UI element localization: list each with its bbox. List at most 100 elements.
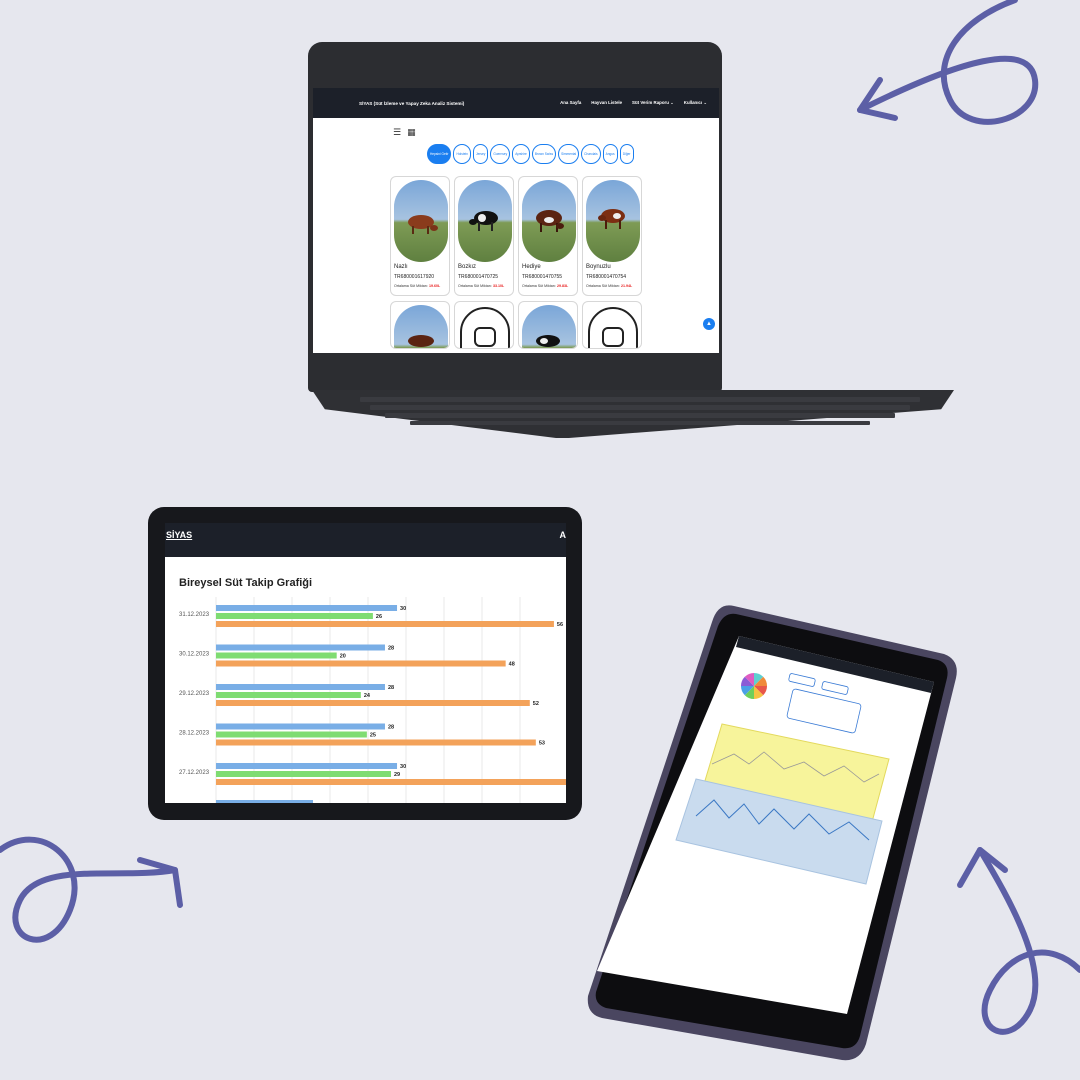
arrow-doodle-bottom-right (957, 847, 1080, 1035)
bar[interactable] (216, 800, 313, 803)
tablet-screen: SİYAS A Bireysel Süt Takip Grafiği 31.12… (165, 523, 566, 803)
arrow-doodle-bottom-left (0, 836, 183, 943)
chart-title: Bireysel Süt Takip Grafiği (179, 577, 313, 589)
average-milk: Ortalama Süt Miktarı: 19.60L (394, 284, 441, 288)
animal-card[interactable]: Hediye TR680001470755 Ortalama Süt Mikta… (518, 176, 578, 296)
animal-name: Boynuzlu (586, 264, 611, 270)
nav-menu: Ana Sayfa Hayvan Listele Süt Verim Rapor… (560, 100, 707, 106)
average-milk: Ortalama Süt Miktarı: 29.83L (522, 284, 569, 288)
bar[interactable] (216, 779, 566, 785)
app-brand[interactable]: SİYAS (166, 530, 192, 540)
animal-card[interactable] (454, 301, 514, 349)
milk-tracking-bar-chart: 31.12.2023 30 26 56 30.12.2023 28 20 48 29.12.20… (179, 597, 566, 803)
filter-brown-swiss[interactable]: Brown Swiss (531, 144, 557, 164)
filter-simmental[interactable]: Simmental (558, 144, 580, 164)
filter-angus[interactable]: Angus (602, 144, 618, 164)
animal-ear-tag: TR680001470725 (458, 274, 499, 280)
grid-view-icon[interactable]: ▦ (407, 128, 416, 137)
cow-photo (522, 305, 576, 348)
bar-value-label: 53 (539, 741, 545, 747)
laptop-bezel (313, 353, 719, 389)
bar[interactable] (216, 763, 398, 769)
bar-value-label: 24 (364, 693, 371, 699)
filter-guernsey[interactable]: Guernsey (490, 144, 511, 164)
bar-value-label: 48 (509, 662, 515, 668)
bar[interactable] (216, 613, 373, 619)
filter-all[interactable]: Hepsini Getir (427, 144, 452, 164)
animal-card-grid: Nazlı TR680001617920 Ortalama Süt Miktar… (390, 176, 642, 349)
category-label: 30.12.2023 (179, 652, 210, 658)
cow-photo (394, 180, 448, 262)
app-brand[interactable]: SİYAS (Süt İzleme ve Yapay Zeka Analiz S… (359, 101, 464, 106)
filter-ayrshire[interactable]: Ayrshire (512, 144, 530, 164)
animal-name: Nazlı (394, 264, 408, 270)
category-label: 31.12.2023 (179, 612, 210, 618)
milk-pie-chart (741, 673, 767, 699)
nav-item-animal-list[interactable]: Hayvan Listele (591, 100, 622, 106)
arrow-doodle-top-right (857, 0, 1039, 125)
category-label: 28.12.2023 (179, 731, 210, 737)
bar-value-label: 28 (388, 725, 394, 731)
camera-placeholder-icon (474, 327, 496, 347)
cow-photo (394, 305, 448, 348)
animal-name: Hediye (522, 264, 541, 270)
phone (587, 605, 957, 1061)
bar-value-label: 30 (400, 606, 406, 612)
laptop-screen: SİYAS (Süt İzleme ve Yapay Zeka Analiz S… (313, 88, 719, 353)
bar-value-label: 29 (394, 772, 400, 778)
nav-item-cut-off[interactable]: A (560, 530, 567, 540)
animal-card[interactable]: Nazlı TR680001617920 Ortalama Süt Miktar… (390, 176, 450, 296)
nav-item-milk-report[interactable]: Süt Verim Raporu ⌄ (632, 100, 674, 106)
bar[interactable] (216, 605, 398, 611)
cow-photo (458, 180, 512, 262)
camera-placeholder-icon (602, 327, 624, 347)
animal-card[interactable]: Boynuzlu TR680001470754 Ortalama Süt Mik… (582, 176, 642, 296)
bar[interactable] (216, 700, 530, 706)
bar[interactable] (216, 684, 385, 690)
bar-value-label: 28 (388, 646, 394, 652)
bar[interactable] (216, 731, 367, 738)
list-view-icon[interactable]: ☰ (393, 128, 401, 137)
bar[interactable] (216, 739, 536, 746)
cow-photo (522, 180, 576, 262)
animal-name: Bozkız (458, 264, 477, 270)
animal-card[interactable] (582, 301, 642, 349)
bar-value-label: 20 (340, 654, 346, 660)
bar[interactable] (216, 652, 337, 659)
average-milk: Ortalama Süt Miktarı: 21.94L (586, 284, 633, 288)
animal-card[interactable]: Bozkız TR680001470725 Ortalama Süt Mikta… (454, 176, 514, 296)
arrow-up-icon[interactable]: ▲ (703, 318, 715, 330)
animal-ear-tag: TR680001617920 (394, 274, 435, 280)
breed-filter-bar: Hepsini Getir Holstein Jersey Guernsey A… (427, 144, 634, 164)
average-milk: Ortalama Süt Miktarı: 33.10L (458, 284, 505, 288)
bar-value-label: 25 (370, 733, 376, 739)
bar[interactable] (216, 621, 554, 627)
keyboard (360, 397, 920, 425)
bar[interactable] (216, 771, 391, 777)
filter-jersey[interactable]: Jersey (472, 144, 489, 164)
animal-ear-tag: TR680001470754 (586, 274, 627, 280)
bar[interactable] (216, 723, 385, 730)
nav-item-home[interactable]: Ana Sayfa (560, 100, 581, 106)
nav-item-user[interactable]: Kullanıcı ⌄ (684, 100, 707, 106)
bar-value-label: 30 (400, 764, 406, 770)
bar-value-label: 26 (376, 614, 382, 620)
navbar: SİYAS A (165, 523, 566, 557)
filter-other[interactable]: Diğer (619, 144, 634, 164)
category-label: 27.12.2023 (179, 770, 210, 776)
bar[interactable] (216, 644, 385, 651)
cow-photo (586, 180, 640, 262)
bar-value-label: 56 (557, 622, 563, 628)
animal-ear-tag: TR680001470755 (522, 274, 563, 280)
bar[interactable] (216, 660, 506, 667)
animal-card[interactable] (390, 301, 450, 349)
animal-card[interactable] (518, 301, 578, 349)
category-label: 29.12.2023 (179, 691, 210, 697)
bar[interactable] (216, 692, 361, 698)
bar-value-label: 52 (533, 701, 539, 707)
navbar: SİYAS (Süt İzleme ve Yapay Zeka Analiz S… (313, 88, 719, 118)
bar-value-label: 28 (388, 685, 394, 691)
filter-holstein[interactable]: Holstein (453, 144, 471, 164)
filter-charolais[interactable]: Charolais (581, 144, 601, 164)
view-toggle: ☰ ▦ (393, 128, 416, 137)
